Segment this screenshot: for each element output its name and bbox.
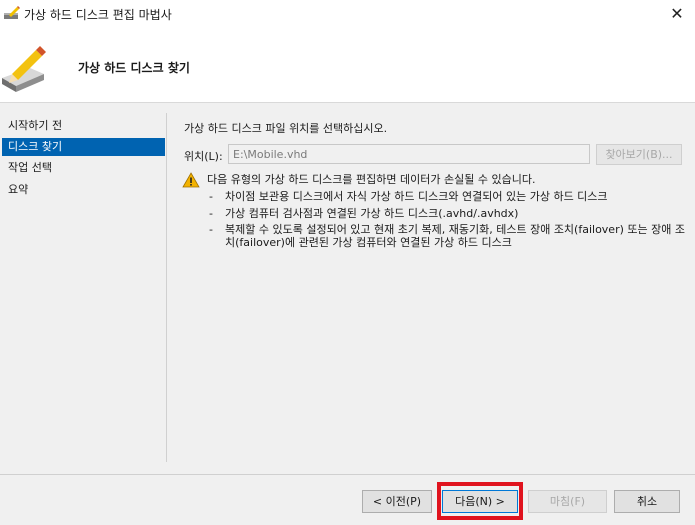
- page-title: 가상 하드 디스크 찾기: [78, 61, 190, 75]
- nav-divider: [166, 113, 167, 462]
- nav-item-locate-disk[interactable]: 디스크 찾기: [2, 138, 165, 156]
- wizard-content: 가상 하드 디스크 파일 위치를 선택하십시오. 위치(L): 찾아보기(B).…: [175, 116, 690, 461]
- bullet-dash: -: [209, 190, 213, 203]
- bullet-text: 복제할 수 있도록 설정되어 있고 현재 초기 복제, 재동기화, 테스트 장애…: [225, 223, 685, 249]
- finish-button[interactable]: 마침(F): [528, 490, 607, 513]
- location-input[interactable]: [228, 144, 590, 164]
- bullet-dash: -: [209, 207, 213, 220]
- previous-button[interactable]: < 이전(P): [362, 490, 432, 513]
- bullet-text: 차이점 보관용 디스크에서 자식 가상 하드 디스크와 연결되어 있는 가상 하…: [225, 190, 608, 203]
- nav-item-summary[interactable]: 요약: [2, 181, 165, 199]
- warning-text: 다음 유형의 가상 하드 디스크를 편집하면 데이터가 손실될 수 있습니다.: [207, 173, 536, 186]
- nav-item-before-you-begin[interactable]: 시작하기 전: [2, 117, 165, 135]
- browse-button[interactable]: 찾아보기(B)...: [596, 144, 682, 165]
- wizard-disk-icon: [3, 5, 21, 21]
- location-label: 위치(L):: [184, 150, 223, 163]
- warning-icon: [182, 172, 200, 188]
- wizard-header: 가상 하드 디스크 찾기: [0, 28, 695, 103]
- title-bar: 가상 하드 디스크 편집 마법사 ✕: [0, 0, 695, 28]
- disk-pencil-icon: [0, 44, 50, 94]
- window-title: 가상 하드 디스크 편집 마법사: [24, 8, 172, 22]
- highlight-box: [437, 482, 523, 520]
- instruction-text: 가상 하드 디스크 파일 위치를 선택하십시오.: [184, 122, 388, 135]
- close-icon[interactable]: ✕: [660, 1, 694, 27]
- footer-divider: [0, 474, 695, 475]
- cancel-button[interactable]: 취소: [614, 490, 680, 513]
- nav-item-choose-action[interactable]: 작업 선택: [2, 159, 165, 177]
- bullet-text: 가상 컴퓨터 검사점과 연결된 가상 하드 디스크(.avhd/.avhdx): [225, 207, 519, 220]
- wizard-nav: 시작하기 전 디스크 찾기 작업 선택 요약: [0, 116, 166, 461]
- bullet-dash: -: [209, 223, 213, 236]
